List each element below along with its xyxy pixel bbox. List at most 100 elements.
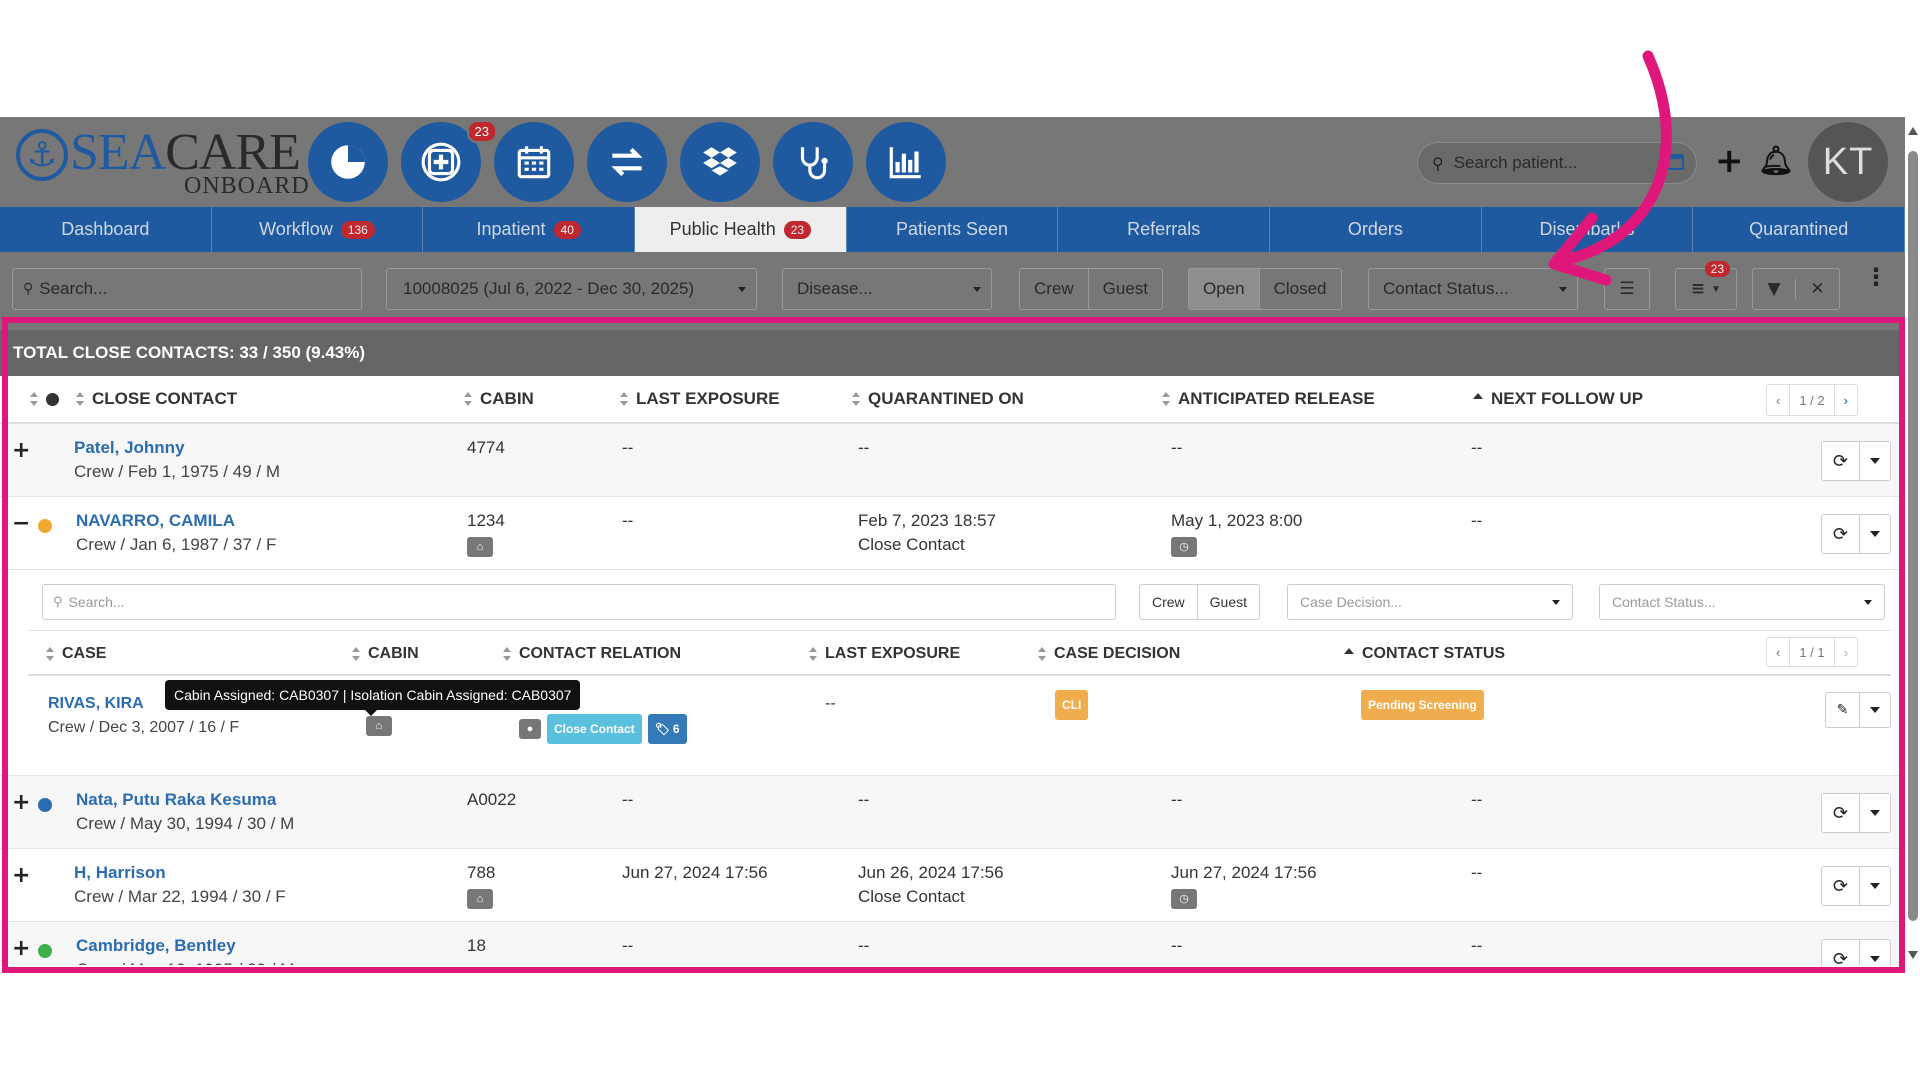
scroll-down-icon[interactable] — [1908, 951, 1918, 959]
tab-public-health[interactable]: Public Health 23 — [635, 207, 847, 252]
tags-badge[interactable]: 🏷︎ 6 — [647, 714, 687, 744]
col-close-contact[interactable]: CLOSE CONTACT — [76, 389, 237, 409]
refresh-icon[interactable]: ⟳ — [1822, 442, 1860, 480]
pager-prev[interactable]: ‹ — [1767, 638, 1791, 666]
row-actions-dropdown[interactable] — [1860, 442, 1890, 480]
col-anticipated-release[interactable]: ANTICIPATED RELEASE — [1162, 389, 1375, 409]
nested-guest-button[interactable]: Guest — [1198, 585, 1259, 619]
open-filter-button[interactable]: Open — [1189, 269, 1260, 309]
list-options-button[interactable]: ≡ ▼ 23 — [1675, 261, 1737, 310]
row-actions-dropdown[interactable] — [1860, 940, 1890, 965]
add-icon[interactable]: + — [1715, 141, 1744, 181]
add-visit-badge: 23 — [466, 120, 497, 143]
filter-icon[interactable]: ▼ — [1753, 279, 1797, 299]
expand-icon[interactable]: + — [12, 936, 30, 961]
bell-icon[interactable]: 🔔︎ — [1758, 144, 1794, 177]
more-options-icon[interactable]: ⋮ — [1864, 265, 1888, 289]
voyage-select[interactable]: 10008025 (Jul 6, 2022 - Dec 30, 2025) — [386, 268, 757, 310]
pager-next[interactable]: › — [1835, 385, 1857, 415]
pager-next[interactable]: › — [1835, 638, 1857, 666]
patient-search[interactable]: ⚲ Search patient... — [1417, 142, 1697, 184]
tab-workflow[interactable]: Workflow 136 — [212, 207, 424, 252]
status-dot-icon — [38, 944, 52, 958]
anticipated-release: -- — [1171, 790, 1183, 809]
col-contact-relation[interactable]: CONTACT RELATION — [503, 645, 681, 663]
cabin-home-icon[interactable]: ⌂ — [467, 533, 493, 557]
tab-quarantined[interactable]: Quarantined — [1693, 207, 1905, 252]
nested-crew-button[interactable]: Crew — [1140, 585, 1198, 619]
contact-name-link[interactable]: Nata, Putu Raka Kesuma — [76, 788, 276, 812]
dropbox-button[interactable] — [680, 122, 760, 202]
col-next-follow-up[interactable]: NEXT FOLLOW UP — [1473, 389, 1643, 409]
add-visit-button[interactable]: 23 — [401, 120, 497, 202]
contacts-table-body: + Patel, Johnny Crew / Feb 1, 1975 / 49 / … — [0, 424, 1905, 965]
release-clock[interactable]: ◷ — [1171, 533, 1197, 557]
scroll-thumb[interactable] — [1908, 151, 1918, 921]
tab-label: Patients Seen — [895, 219, 1009, 239]
case-name-link[interactable]: RIVAS, KIRA — [48, 692, 144, 716]
col-cabin[interactable]: CABIN — [464, 389, 534, 409]
tab-patients-seen[interactable]: Patients Seen — [847, 207, 1059, 252]
search-icon: ⚲ — [1432, 153, 1444, 173]
pager-prev[interactable]: ‹ — [1767, 385, 1791, 415]
cabin-number: 1234 — [467, 511, 505, 530]
disease-select[interactable]: Disease... — [782, 268, 992, 310]
collapse-icon[interactable]: − — [12, 511, 30, 536]
release-clock[interactable]: ◷ — [1171, 885, 1197, 909]
refresh-icon[interactable]: ⟳ — [1822, 940, 1860, 965]
user-avatar[interactable]: KT — [1808, 122, 1888, 202]
tab-dashboard[interactable]: Dashboard — [0, 207, 212, 252]
clear-filter-icon[interactable]: ✕ — [1796, 279, 1839, 299]
pencil-icon[interactable]: ✎ — [1826, 693, 1860, 727]
tab-count-badge: 23 — [783, 220, 812, 239]
refresh-icon[interactable]: ⟳ — [1822, 515, 1860, 553]
seacare-logo[interactable]: ⚓ SEACARE ONBOARD — [14, 123, 309, 203]
refresh-icon[interactable]: ⟳ — [1822, 794, 1860, 832]
col-case-decision[interactable]: CASE DECISION — [1038, 645, 1180, 663]
col-last-exposure[interactable]: LAST EXPOSURE — [809, 645, 960, 663]
tab-referrals[interactable]: Referrals — [1058, 207, 1271, 252]
col-contact-status[interactable]: CONTACT STATUS — [1344, 645, 1505, 663]
expand-icon[interactable]: + — [12, 863, 30, 888]
col-last-exposure[interactable]: LAST EXPOSURE — [620, 389, 780, 409]
contact-status-select[interactable]: Contact Status... — [1368, 268, 1578, 310]
search-input[interactable]: ⚲ Search... — [12, 268, 362, 310]
col-quarantined-on[interactable]: QUARANTINED ON — [852, 389, 1024, 409]
case-decision-select[interactable]: Case Decision... — [1287, 584, 1573, 620]
col-case[interactable]: CASE — [46, 645, 106, 663]
map-marker-icon[interactable]: ● — [519, 719, 541, 739]
dashboard-pie-button[interactable] — [308, 122, 388, 202]
nested-crew-guest-toggle: Crew Guest — [1139, 584, 1261, 620]
transfer-button[interactable] — [587, 122, 667, 202]
contact-name-link[interactable]: Patel, Johnny — [74, 436, 185, 460]
expand-icon[interactable]: + — [12, 438, 30, 463]
tab-inpatient[interactable]: Inpatient 40 — [423, 207, 636, 252]
crew-filter-button[interactable]: Crew — [1020, 269, 1089, 309]
calendar-button[interactable] — [494, 122, 574, 202]
nested-contact-status-select[interactable]: Contact Status... — [1599, 584, 1885, 620]
scroll-up-icon[interactable] — [1908, 127, 1918, 135]
row-actions-dropdown[interactable] — [1860, 515, 1890, 553]
clinical-button[interactable] — [773, 122, 853, 202]
row-actions-dropdown[interactable] — [1860, 794, 1890, 832]
refresh-icon[interactable]: ⟳ — [1822, 867, 1860, 905]
contact-name-link[interactable]: NAVARRO, CAMILA — [76, 509, 235, 533]
status-dot-sort[interactable] — [30, 392, 59, 406]
tab-orders[interactable]: Orders — [1270, 207, 1482, 252]
expand-icon[interactable]: + — [12, 790, 30, 815]
adjust-button[interactable]: ☰ — [1604, 268, 1650, 310]
cabin-home-icon[interactable]: ⌂ — [467, 885, 493, 909]
page-scrollbar[interactable] — [1905, 117, 1920, 965]
id-card-icon[interactable] — [1664, 154, 1684, 170]
row-actions-dropdown[interactable] — [1860, 867, 1890, 905]
contact-name-link[interactable]: Cambridge, Bentley — [76, 934, 236, 958]
closed-filter-button[interactable]: Closed — [1260, 269, 1341, 309]
col-cabin[interactable]: CABIN — [352, 645, 419, 663]
nested-search-input[interactable]: ⚲ Search... — [42, 584, 1116, 620]
tab-disembarks[interactable]: Disembarks — [1482, 207, 1694, 252]
case-actions-dropdown[interactable] — [1860, 693, 1890, 727]
reports-button[interactable] — [866, 122, 946, 202]
guest-filter-button[interactable]: Guest — [1089, 269, 1162, 309]
col-label: CONTACT RELATION — [519, 645, 682, 662]
contact-name-link[interactable]: H, Harrison — [74, 861, 166, 885]
